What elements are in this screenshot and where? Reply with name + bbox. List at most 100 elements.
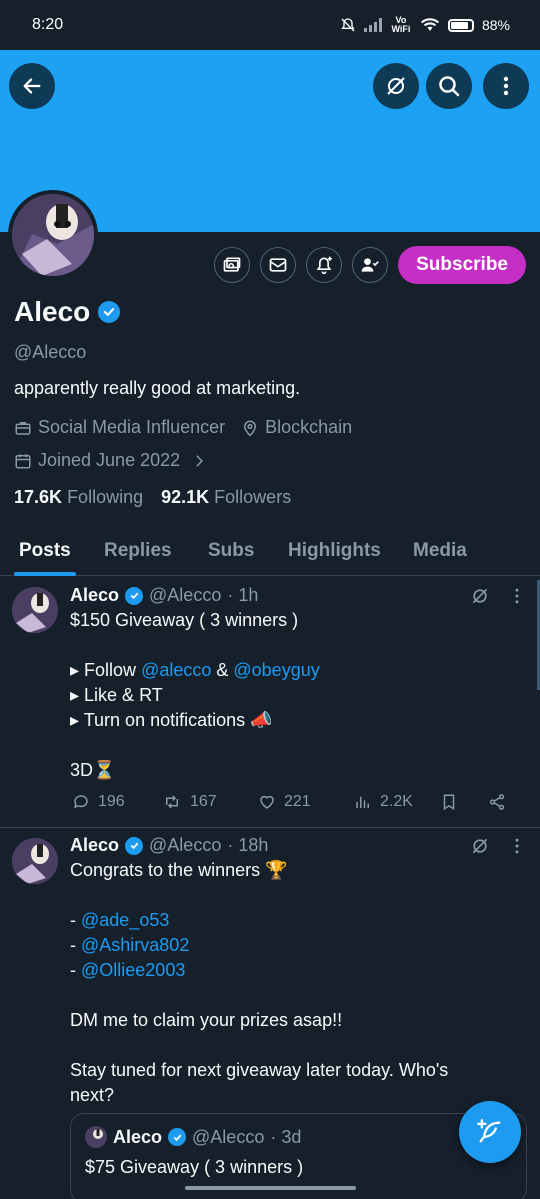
home-indicator[interactable]	[185, 1186, 356, 1190]
tab-media[interactable]: Media	[413, 540, 467, 562]
calendar-icon	[15, 453, 31, 468]
amp-text: &	[211, 660, 234, 680]
vowifi-label: Vo WiFi	[391, 15, 411, 34]
post-line: Stay tuned for next giveaway later today…	[70, 1060, 449, 1080]
wifi-icon	[420, 18, 439, 31]
share-icon[interactable]	[488, 793, 506, 811]
post-author-handle[interactable]: @Alecco	[149, 835, 221, 856]
grok-icon	[387, 77, 405, 95]
reply-button[interactable]: 196	[72, 793, 162, 811]
profile-actions: Subscribe	[214, 246, 526, 284]
post-time: · 18h	[227, 835, 269, 855]
post-line: Congrats to the winners 🏆	[70, 860, 288, 880]
verified-badge-icon	[125, 586, 144, 605]
profile-bio: apparently really good at marketing.	[14, 378, 301, 398]
location-icon	[244, 420, 257, 437]
more-vertical-icon[interactable]	[507, 836, 527, 856]
following-label: Following	[67, 487, 144, 507]
arrow-left-icon	[23, 78, 41, 94]
tab-highlights[interactable]: Highlights	[288, 540, 381, 562]
follow-text: ▸ Follow	[70, 660, 142, 680]
user-check-icon	[361, 258, 380, 272]
post-line: 3D⏳	[70, 760, 116, 780]
post-author-name[interactable]: Aleco	[70, 585, 119, 606]
tab-replies[interactable]: Replies	[104, 540, 172, 562]
mention-link[interactable]: @alecco	[141, 660, 211, 680]
tab-subs[interactable]: Subs	[208, 540, 254, 562]
post-line: - @Olliee2003	[70, 958, 510, 983]
bookmark-icon[interactable]	[440, 793, 458, 811]
notify-button[interactable]	[306, 247, 343, 283]
verified-badge-icon	[125, 836, 144, 855]
post-header: Aleco @Alecco · 18h	[70, 835, 268, 856]
more-button[interactable]	[483, 63, 529, 109]
reply-icon	[73, 795, 88, 809]
post-author-name[interactable]: Aleco	[70, 835, 119, 856]
profile-name: Aleco	[14, 296, 91, 327]
chevron-right-icon	[196, 454, 204, 467]
follow-status-button[interactable]	[352, 247, 389, 283]
profile-tabs: Posts Replies Subs Highlights Media	[0, 530, 540, 576]
verified-badge-icon	[168, 1128, 187, 1146]
battery-icon	[447, 18, 474, 32]
message-button[interactable]	[260, 247, 297, 283]
views-icon	[356, 796, 369, 808]
profile-meta: Social Media Influencer Blockchain	[14, 417, 352, 438]
bell-plus-icon	[316, 256, 333, 275]
following-count: 17.6K	[14, 487, 63, 507]
post-line: ▸ Like & RT	[70, 685, 163, 705]
signal-icon	[363, 18, 382, 32]
verified-badge-icon[interactable]	[98, 301, 121, 323]
search-icon	[439, 76, 460, 97]
post-author-handle[interactable]: @Alecco	[149, 585, 221, 606]
joined-row[interactable]: Joined June 2022	[14, 450, 208, 471]
grok-icon[interactable]	[470, 836, 490, 856]
back-button[interactable]	[9, 63, 55, 109]
followers-count: 92.1K	[161, 487, 210, 507]
post-avatar[interactable]	[12, 587, 58, 633]
reply-count: 196	[98, 793, 125, 810]
status-time: 8:20	[32, 16, 64, 33]
mention-link[interactable]: @obeyguy	[233, 660, 319, 680]
like-button[interactable]: 221	[258, 793, 354, 811]
post-actions: 196 167 221 2.2K	[72, 793, 522, 811]
post-header: Aleco @Alecco · 1h	[70, 585, 258, 606]
following-link[interactable]: 17.6K Following	[14, 487, 143, 508]
subscribe-button[interactable]: Subscribe	[398, 246, 526, 284]
grok-icon[interactable]	[470, 586, 490, 606]
dash-text: -	[70, 960, 81, 980]
mention-link[interactable]: @ade_o53	[81, 910, 169, 930]
post-line: - @ade_o53	[70, 908, 510, 933]
post-body: $150 Giveaway ( 3 winners ) ▸ Follow @al…	[70, 608, 510, 783]
search-button[interactable]	[426, 63, 472, 109]
active-tab-indicator	[14, 572, 76, 576]
post-line: $150 Giveaway ( 3 winners )	[70, 610, 299, 630]
mail-icon	[269, 258, 287, 272]
grok-button[interactable]	[373, 63, 419, 109]
compose-post-button[interactable]	[459, 1101, 521, 1163]
post[interactable]: Aleco @Alecco · 1h $150 Giveaway ( 3 win…	[0, 577, 540, 827]
quote-author-handle: @Alecco	[192, 1126, 265, 1147]
like-count: 221	[284, 793, 311, 810]
quote-text: $75 Giveaway ( 3 winners )	[85, 1157, 304, 1177]
profile-avatar[interactable]	[8, 190, 98, 280]
more-vertical-icon[interactable]	[507, 586, 527, 606]
post-avatar[interactable]	[12, 838, 58, 884]
repost-button[interactable]: 167	[162, 793, 258, 811]
repost-icon	[166, 795, 178, 809]
mention-link[interactable]: @Ashirva802	[81, 935, 189, 955]
followers-link[interactable]: 92.1K Followers	[161, 487, 291, 508]
views-button[interactable]: 2.2K	[354, 793, 454, 811]
feather-plus-icon	[477, 1119, 501, 1143]
dash-text: -	[70, 910, 81, 930]
tab-posts[interactable]: Posts	[19, 540, 71, 562]
mention-link[interactable]: @Olliee2003	[81, 960, 185, 980]
heart-icon	[260, 795, 274, 809]
post-line: ▸ Follow @alecco & @obeyguy	[70, 658, 510, 683]
view-count: 2.2K	[380, 793, 413, 810]
quote-header: Aleco @Alecco · 3d	[85, 1126, 301, 1148]
quote-time: · 3d	[270, 1126, 302, 1147]
tip-button[interactable]	[214, 247, 251, 283]
post-line: - @Ashirva802	[70, 933, 510, 958]
dash-text: -	[70, 935, 81, 955]
